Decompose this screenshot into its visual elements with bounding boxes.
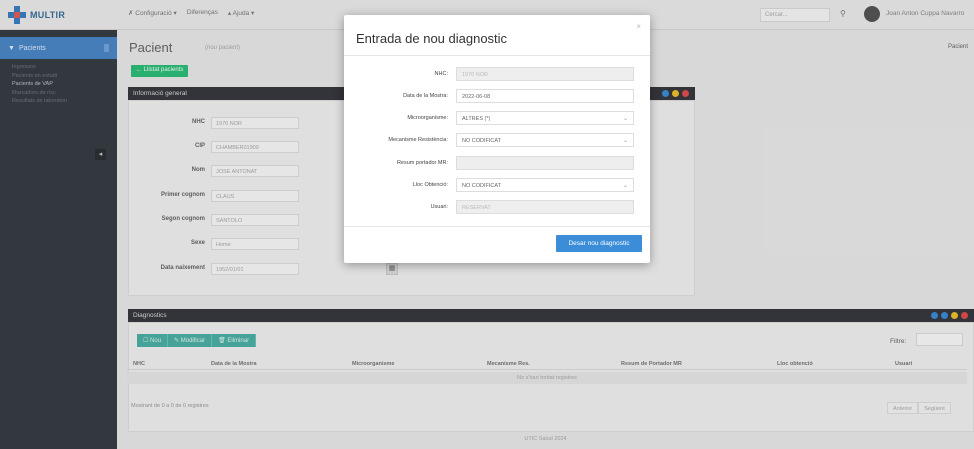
field-label: Microorganisme: [407,115,448,121]
new-diagnostic-modal: Entrada de nou diagnostic × NHC: 1970 NO… [344,15,650,263]
modal-divider [344,55,650,56]
modal-resum-portador-input [456,156,634,170]
modal-field-microorganisme: Microorganisme: ALTRES (*) ⌄ [344,111,650,125]
modal-lloc-obtencio-select[interactable]: NO CODIFICAT ⌄ [456,178,634,192]
modal-microorganisme-select[interactable]: ALTRES (*) ⌄ [456,111,634,125]
field-label: Usuari: [430,204,448,210]
modal-field-mecanisme: Mecanisme Resistència: NO CODIFICAT ⌄ [344,133,650,147]
chevron-down-icon: ⌄ [622,116,628,122]
select-value: NO CODIFICAT [462,183,502,189]
modal-field-nhc: NHC: 1970 NOR [344,67,650,81]
field-label: Mecanisme Resistència: [388,137,448,143]
modal-title: Entrada de nou diagnostic [356,31,508,46]
modal-nhc-input: 1970 NOR [456,67,634,81]
chevron-down-icon: ⌄ [622,138,628,144]
modal-divider [344,226,650,227]
close-icon[interactable]: × [636,22,641,31]
field-label: Data de la Mostra: [403,93,448,99]
modal-field-resum-portador: Resum portador MR: [344,156,650,170]
select-value: ALTRES (*) [462,116,491,122]
modal-mecanisme-select[interactable]: NO CODIFICAT ⌄ [456,133,634,147]
modal-field-usuari: Usuari: RESERVAT [344,200,650,214]
modal-field-data-mostra: Data de la Mostra: 2022-06-08 [344,89,650,103]
modal-data-mostra-input[interactable]: 2022-06-08 [456,89,634,103]
save-diagnostic-button[interactable]: Desar nou diagnostic [556,235,642,252]
modal-field-lloc-obtencio: Lloc Obtenció: NO CODIFICAT ⌄ [344,178,650,192]
field-label: Lloc Obtenció: [412,182,448,188]
select-value: NO CODIFICAT [462,138,502,144]
field-label: Resum portador MR: [396,160,448,166]
chevron-down-icon: ⌄ [622,183,628,189]
field-label: NHC: [434,71,448,77]
modal-usuari-input: RESERVAT [456,200,634,214]
